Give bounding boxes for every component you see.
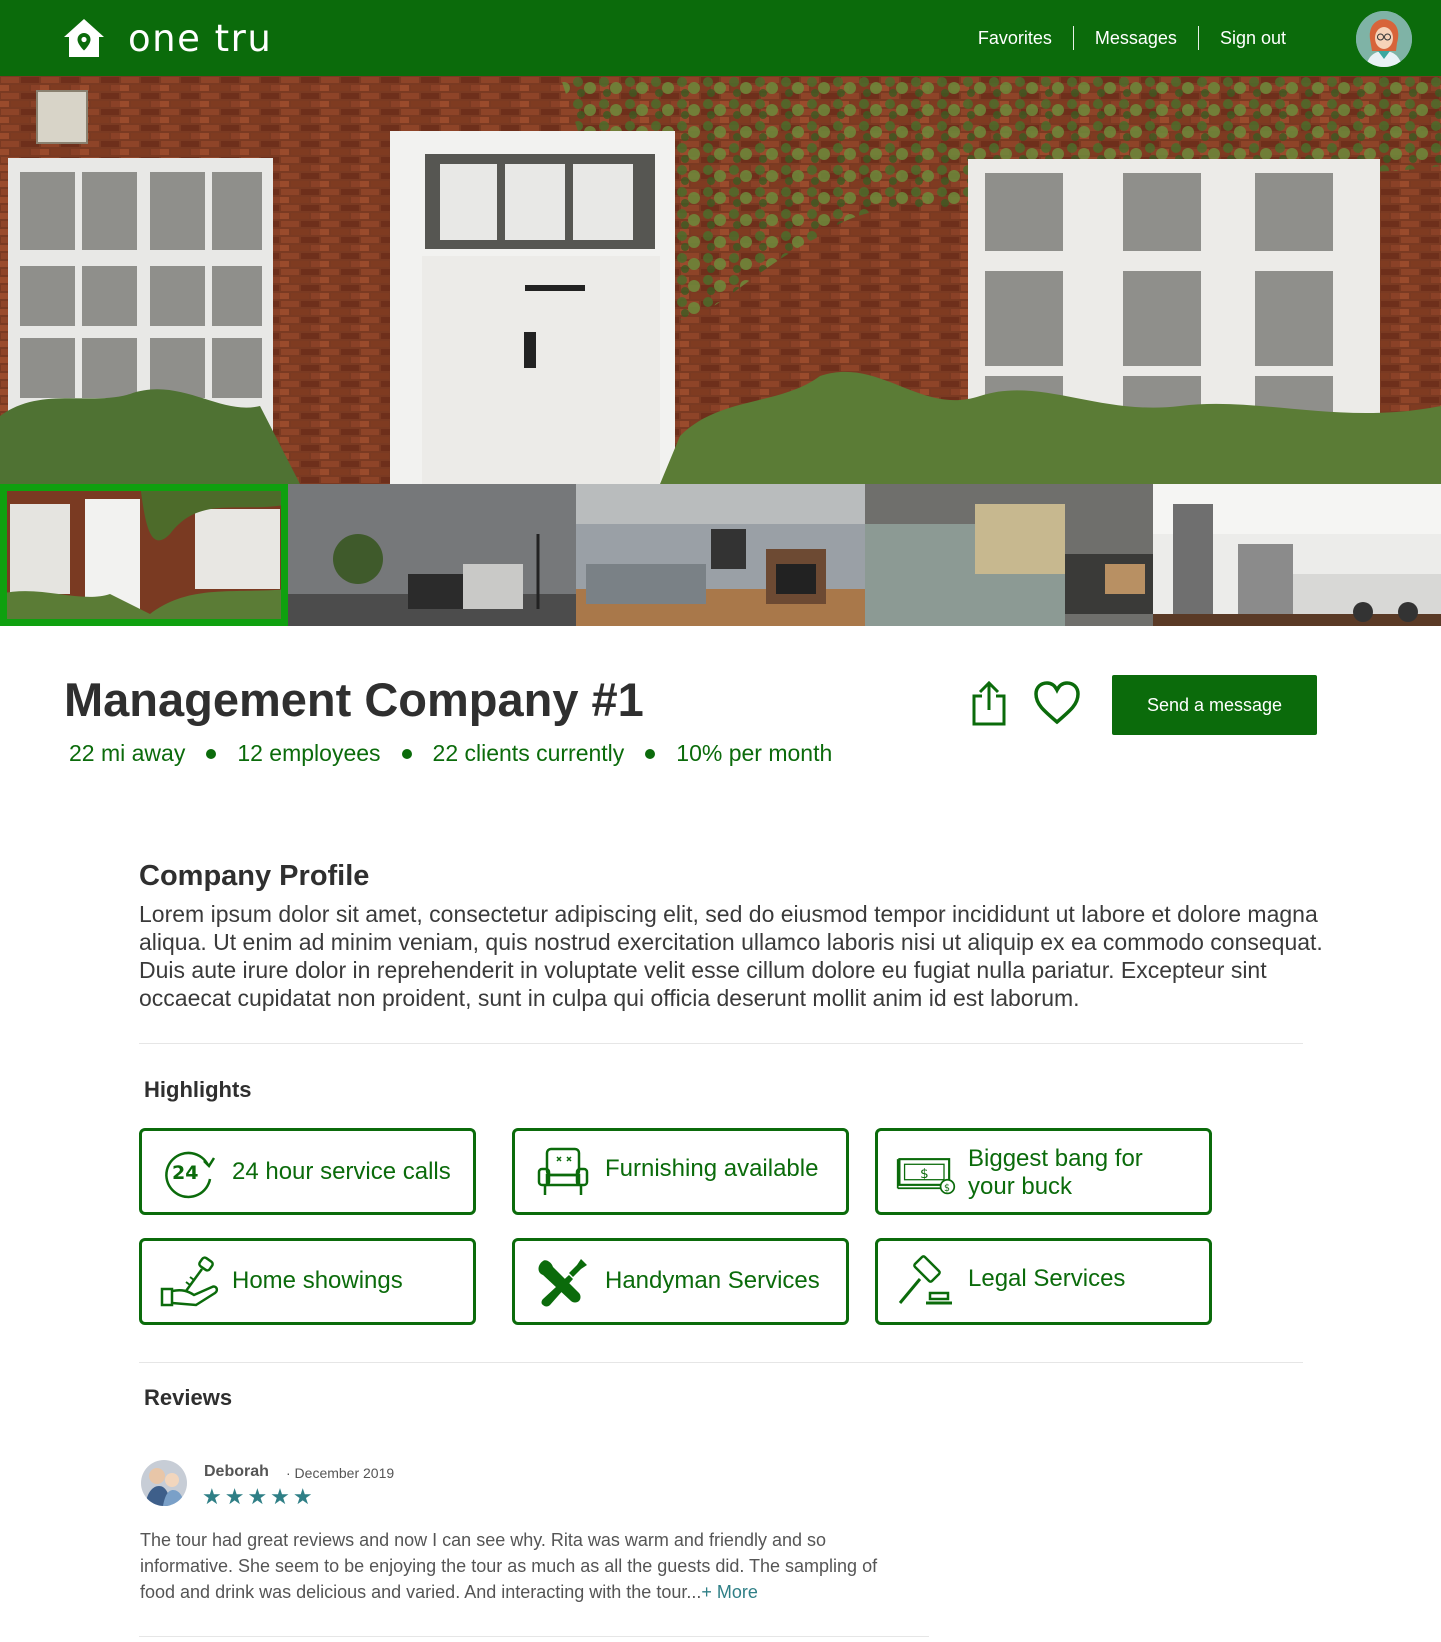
stat-fee: 10% per month (676, 740, 833, 766)
svg-text:$: $ (944, 1183, 950, 1194)
header-nav: Favorites Messages Sign out (957, 24, 1307, 52)
share-icon[interactable] (968, 680, 1010, 726)
highlight-biggest-bang: $ $ Biggest bang for your buck (875, 1128, 1212, 1215)
user-avatar[interactable] (1356, 11, 1412, 67)
stat-separator-dot (401, 748, 412, 759)
stat-distance: 22 mi away (69, 740, 186, 766)
money-icon: $ $ (896, 1158, 956, 1195)
thumbnail-house-front[interactable] (0, 484, 289, 626)
section-divider (139, 1362, 1303, 1363)
thumbnail-kitchen[interactable] (1152, 484, 1441, 626)
24-hour-icon: 24 (165, 1151, 216, 1199)
gavel-icon (898, 1255, 952, 1305)
highlight-furnishing: Furnishing available (512, 1128, 849, 1215)
nav-divider (1072, 26, 1074, 50)
highlight-home-showings: Home showings (139, 1238, 476, 1325)
brand-logo[interactable]: one tru (62, 16, 272, 60)
highlight-legal: Legal Services (875, 1238, 1212, 1325)
thumbnail-living-room-plant[interactable] (288, 484, 577, 626)
company-stats: 22 mi away 12 employees 22 clients curre… (69, 740, 832, 767)
nav-divider (1197, 26, 1199, 50)
stat-employees: 12 employees (237, 740, 381, 766)
user-avatar-illustration (1356, 11, 1412, 67)
svg-text:$: $ (920, 1166, 929, 1182)
review-body: The tour had great reviews and now I can… (140, 1530, 878, 1602)
nav-favorites-link[interactable]: Favorites (957, 24, 1073, 52)
top-navigation-bar: one tru Favorites Messages Sign out (0, 0, 1441, 76)
company-title: Management Company #1 (64, 673, 644, 726)
highlight-label: Legal Services (968, 1265, 1126, 1292)
send-message-button[interactable]: Send a message (1112, 675, 1317, 735)
tools-icon (538, 1259, 587, 1307)
stat-separator-dot (645, 748, 656, 759)
review-more-link[interactable]: + More (701, 1582, 758, 1602)
company-profile-heading: Company Profile (139, 860, 370, 892)
highlight-24-hour-service: 24 24 hour service calls (139, 1128, 476, 1215)
highlight-handyman: Handyman Services (512, 1238, 849, 1325)
reviewer-name: Deborah (204, 1463, 269, 1480)
nav-sign-out-link[interactable]: Sign out (1199, 24, 1307, 52)
review-divider (139, 1636, 929, 1637)
reviews-heading: Reviews (144, 1385, 233, 1410)
hand-key-icon (160, 1256, 219, 1307)
highlights-heading: Highlights (144, 1077, 252, 1102)
house-pin-icon (64, 19, 104, 57)
brand-name: one tru (128, 16, 273, 60)
highlight-label: Home showings (232, 1267, 403, 1294)
thumbnail-bedroom-sofa[interactable] (864, 484, 1153, 626)
photo-thumbnail-strip (0, 484, 1441, 626)
highlight-label: 24 hour service calls (232, 1157, 451, 1185)
svg-text:24: 24 (172, 1162, 198, 1184)
section-divider (139, 1043, 1303, 1044)
review-date: · December 2019 (286, 1465, 395, 1481)
highlight-label: Furnishing available (605, 1155, 819, 1182)
highlight-label: Biggest bang for your buck (968, 1145, 1143, 1200)
stat-clients: 22 clients currently (432, 740, 625, 766)
nav-messages-link[interactable]: Messages (1074, 24, 1198, 52)
hero-photo-house-front (0, 76, 1441, 484)
review-text: The tour had great reviews and now I can… (140, 1527, 880, 1605)
armchair-icon (537, 1147, 589, 1195)
highlight-label: Handyman Services (605, 1267, 820, 1294)
thumbnail-fireplace-room[interactable] (576, 484, 865, 626)
stat-separator-dot (206, 748, 217, 759)
review-star-rating: ★★★★★ (202, 1484, 316, 1509)
reviewer-avatar (141, 1460, 187, 1506)
favorite-heart-icon[interactable] (1033, 680, 1081, 726)
company-profile-text: Lorem ipsum dolor sit amet, consectetur … (139, 901, 1323, 1011)
